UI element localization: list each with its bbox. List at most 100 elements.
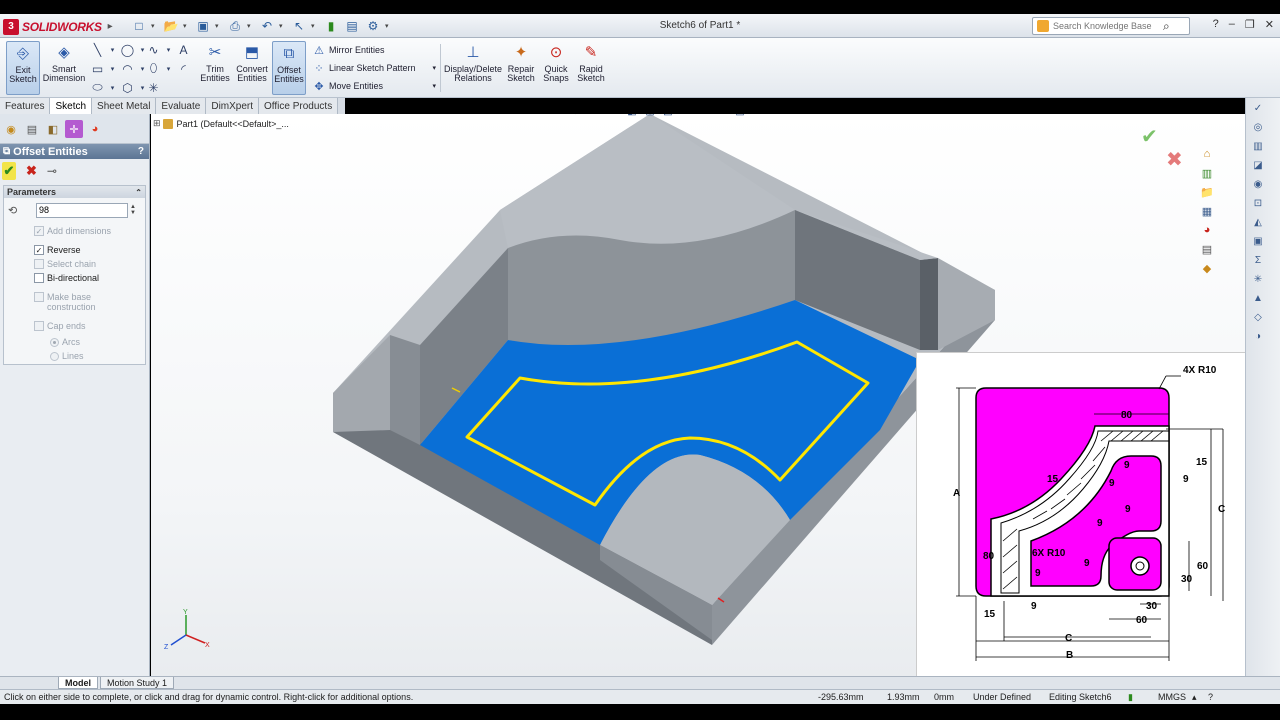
view-palette-icon[interactable]: ▦ xyxy=(1198,203,1216,219)
tool-icon-2[interactable]: ◎ xyxy=(1250,120,1266,136)
tool-icon-13[interactable]: ◑ xyxy=(1250,329,1266,345)
select-chain-option[interactable]: Select chain xyxy=(4,259,145,269)
tab-sheet-metal[interactable]: Sheet Metal xyxy=(92,98,157,114)
dimxpert-manager-icon[interactable]: ✛ xyxy=(65,120,83,138)
scene-icon[interactable]: ◐ xyxy=(715,114,729,118)
smart-dimension-button[interactable]: ◈ Smart Dimension xyxy=(42,41,86,95)
view-settings-icon[interactable]: ▤ xyxy=(733,114,747,118)
tool-icon-10[interactable]: ✳ xyxy=(1250,272,1266,288)
tool-icon-4[interactable]: ◪ xyxy=(1250,158,1266,174)
pattern-dropdown-icon[interactable]: ▾ xyxy=(432,64,436,72)
slot-icon[interactable]: ⬭ xyxy=(90,80,105,95)
zoom-area-icon[interactable]: ⌖ xyxy=(589,114,603,118)
make-base-construction-checkbox[interactable] xyxy=(34,292,44,302)
text-icon[interactable]: A xyxy=(176,42,191,57)
viewport-close-icon[interactable]: ✕ xyxy=(1231,114,1239,115)
line-icon[interactable]: ╲ xyxy=(90,42,105,57)
status-units[interactable]: MMGS xyxy=(1158,692,1186,702)
add-dimensions-option[interactable]: ✓ Add dimensions xyxy=(4,226,145,236)
repair-sketch-button[interactable]: ✦ Repair Sketch xyxy=(506,41,536,95)
close-window-icon[interactable]: ✕ xyxy=(1265,18,1274,31)
confirmation-ok-icon[interactable]: ✔ xyxy=(1141,124,1158,149)
sum-icon[interactable]: Σ xyxy=(1250,253,1266,269)
tab-model[interactable]: Model xyxy=(58,677,98,689)
select-chain-checkbox[interactable] xyxy=(34,259,44,269)
polygon-icon[interactable]: ⬡ xyxy=(120,80,135,95)
expand-icon[interactable]: ⊞ xyxy=(153,118,161,129)
help-status-icon[interactable]: ? xyxy=(1208,692,1213,702)
mirror-entities-button[interactable]: ⚠ Mirror Entities xyxy=(312,42,384,58)
solidworks-resources-icon[interactable]: ◆ xyxy=(1198,260,1216,276)
minimize-icon[interactable]: – xyxy=(1229,18,1235,31)
convert-entities-button[interactable]: ⬒ Convert Entities xyxy=(234,41,270,95)
home-icon[interactable]: ⌂ xyxy=(1198,146,1216,162)
reverse-checkbox[interactable]: ✓ xyxy=(34,245,44,255)
ellipse-icon[interactable]: ⬯ xyxy=(146,61,161,76)
line-dropdown-icon[interactable]: ▾ xyxy=(105,42,120,57)
cap-ends-option[interactable]: Cap ends xyxy=(4,321,145,331)
units-dropdown-icon[interactable]: ▴ xyxy=(1192,692,1197,703)
viewport-restore-icon[interactable]: ❐ xyxy=(1216,114,1225,115)
collapse-icon[interactable]: ⌃ xyxy=(135,188,142,197)
property-manager-icon[interactable]: ▤ xyxy=(23,120,41,138)
edit-appearance-icon[interactable]: ● xyxy=(697,114,711,118)
offset-distance-input[interactable] xyxy=(36,202,128,218)
tile-2-icon[interactable]: ▢ xyxy=(1200,114,1209,115)
tab-evaluate[interactable]: Evaluate xyxy=(156,98,207,114)
reverse-option[interactable]: ✓ Reverse xyxy=(4,245,145,255)
search-scope-icon[interactable] xyxy=(1037,20,1049,32)
tab-sketch[interactable]: Sketch xyxy=(50,98,93,114)
tile-icon[interactable]: ◫ xyxy=(1185,114,1194,115)
make-base-construction-option[interactable]: Make base construction xyxy=(4,292,145,312)
spellcheck-icon[interactable]: ✓ xyxy=(1250,101,1266,117)
move-entities-button[interactable]: ✥ Move Entities ▾ xyxy=(312,78,436,94)
spline-icon[interactable]: ∿ xyxy=(146,42,161,57)
tab-dimxpert[interactable]: DimXpert xyxy=(206,98,260,114)
restore-icon[interactable]: ❐ xyxy=(1245,18,1255,31)
view-orientation-icon[interactable]: ▣ xyxy=(643,114,657,118)
configuration-manager-icon[interactable]: ◧ xyxy=(44,120,62,138)
trim-entities-button[interactable]: ✂ Trim Entities xyxy=(198,41,232,95)
help-icon[interactable]: ? xyxy=(138,146,144,157)
rapid-sketch-button[interactable]: ✎ Rapid Sketch xyxy=(576,41,606,95)
cancel-button[interactable]: ✖ xyxy=(26,163,37,179)
distance-spinner[interactable]: ▲ ▼ xyxy=(130,204,136,216)
bi-directional-option[interactable]: Bi-directional xyxy=(4,273,145,283)
design-library-icon[interactable]: ▥ xyxy=(1198,165,1216,181)
tool-icon-8[interactable]: ▣ xyxy=(1250,234,1266,250)
search-input[interactable] xyxy=(1053,21,1163,31)
custom-properties-icon[interactable]: ▤ xyxy=(1198,241,1216,257)
tool-icon-12[interactable]: ◇ xyxy=(1250,310,1266,326)
rectangle-icon[interactable]: ▭ xyxy=(90,61,105,76)
tool-icon-3[interactable]: ▥ xyxy=(1250,139,1266,155)
ok-button[interactable]: ✔ xyxy=(2,162,16,180)
bi-directional-checkbox[interactable] xyxy=(34,273,44,283)
move-dropdown-icon[interactable]: ▾ xyxy=(432,82,436,90)
arcs-radio[interactable] xyxy=(50,337,59,347)
tab-motion-study[interactable]: Motion Study 1 xyxy=(100,677,175,689)
fillet-icon[interactable]: ◜ xyxy=(176,61,191,76)
cap-ends-checkbox[interactable] xyxy=(34,321,44,331)
confirmation-cancel-icon[interactable]: ✖ xyxy=(1166,147,1183,172)
ellipse-dropdown-icon[interactable]: ▾ xyxy=(161,61,176,76)
circle-icon[interactable]: ◯ xyxy=(120,42,135,57)
parameters-header[interactable]: Parameters ⌃ xyxy=(4,186,145,198)
search-icon[interactable]: ⌕ xyxy=(1163,19,1170,34)
lines-radio[interactable] xyxy=(50,351,59,361)
rectangle-dropdown-icon[interactable]: ▾ xyxy=(105,61,120,76)
arcs-option[interactable]: Arcs xyxy=(4,337,145,347)
offset-entities-button[interactable]: ⧉ Offset Entities xyxy=(272,41,306,95)
add-dimensions-checkbox[interactable]: ✓ xyxy=(34,226,44,236)
point-icon[interactable]: ✳ xyxy=(146,80,161,95)
lines-option[interactable]: Lines xyxy=(4,351,145,361)
search-knowledge-base[interactable]: ⌕ xyxy=(1032,17,1190,35)
tool-icon-7[interactable]: ◭ xyxy=(1250,215,1266,231)
exit-sketch-button[interactable]: ⎆ Exit Sketch xyxy=(6,41,40,95)
spline-dropdown-icon[interactable]: ▾ xyxy=(161,42,176,57)
rebuild-status-icon[interactable]: ▮ xyxy=(1128,692,1133,703)
feature-tree-flyout[interactable]: ⊞ Part1 (Default<<Default>_... xyxy=(153,118,289,129)
pin-button[interactable]: ⊸ xyxy=(47,164,57,178)
file-explorer-icon[interactable]: 📁 xyxy=(1198,184,1216,200)
slot-dropdown-icon[interactable]: ▾ xyxy=(105,80,120,95)
hide-show-icon[interactable]: ◑ xyxy=(679,114,693,118)
